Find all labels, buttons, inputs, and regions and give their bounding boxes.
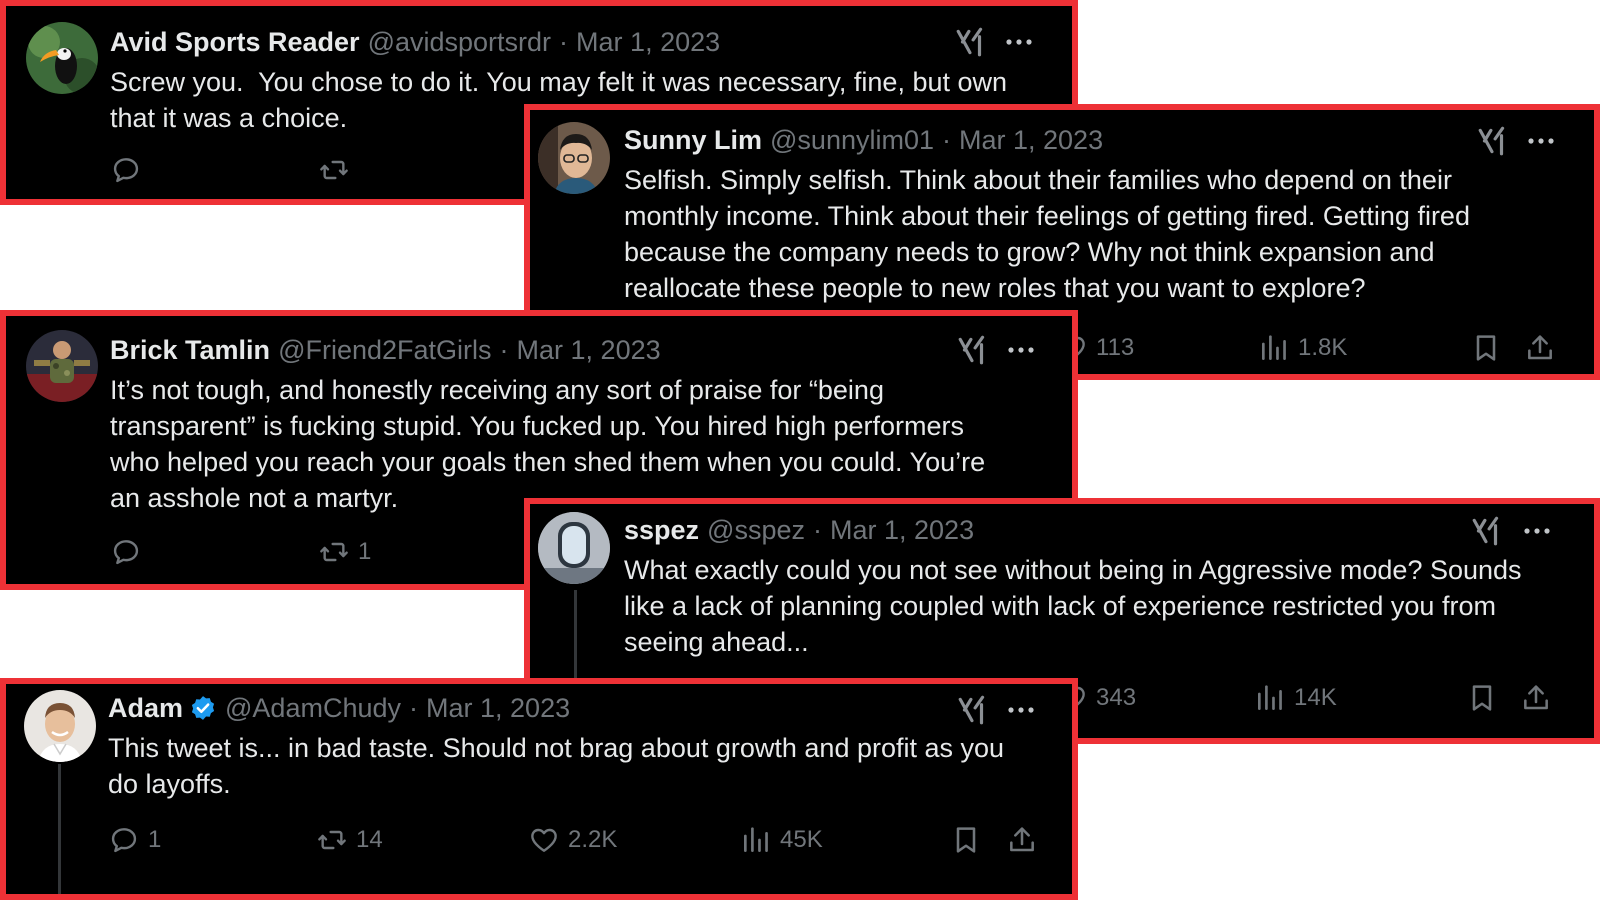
author-name[interactable]: Avid Sports Reader <box>110 26 360 58</box>
tweet-header: Sunny Lim @sunnylim01 · Mar 1, 2023 <box>624 124 1103 156</box>
views-count: 14K <box>1294 684 1337 711</box>
grok-icon[interactable] <box>956 333 990 367</box>
share-icon[interactable] <box>1524 332 1556 364</box>
author-name[interactable]: Brick Tamlin <box>110 334 270 366</box>
author-handle[interactable]: @sunnylim01 <box>770 124 934 156</box>
author-handle[interactable]: @AdamChudy <box>225 692 401 724</box>
author-name[interactable]: sspez <box>624 514 699 546</box>
views-icon <box>1254 682 1286 714</box>
views-icon <box>1258 332 1290 364</box>
views-count: 45K <box>780 826 823 853</box>
separator-dot: · <box>942 125 951 155</box>
retweet-icon <box>318 154 350 186</box>
retweet-button[interactable]: 14 <box>316 824 383 856</box>
more-icon[interactable] <box>1006 333 1036 367</box>
tweet-card-adamchudy[interactable]: Adam @AdamChudy · Mar 1, 2023 This tweet… <box>0 678 1078 900</box>
like-count: 343 <box>1096 684 1137 711</box>
avatar-airplane-window-photo[interactable] <box>538 512 610 584</box>
grok-icon[interactable] <box>1476 124 1510 158</box>
tweet-text: It’s not tough, and honestly receiving a… <box>110 375 986 513</box>
bookmark-icon[interactable] <box>1466 682 1498 714</box>
separator-dot: · <box>813 515 822 545</box>
retweet-count: 14 <box>356 826 383 853</box>
avatar-man-with-glasses-photo[interactable] <box>538 122 610 194</box>
tweet-header: sspez @sspez · Mar 1, 2023 <box>624 514 974 546</box>
views-icon <box>740 824 772 856</box>
reply-icon <box>110 154 142 186</box>
retweet-button[interactable] <box>318 154 358 186</box>
reply-button[interactable] <box>110 154 150 186</box>
like-count: 113 <box>1096 334 1135 361</box>
tweet-date[interactable]: Mar 1, 2023 <box>576 26 720 58</box>
share-icon[interactable] <box>1520 682 1552 714</box>
reply-icon <box>110 536 142 568</box>
more-icon[interactable] <box>1004 25 1034 59</box>
grok-icon[interactable] <box>956 693 990 727</box>
reply-button[interactable]: 1 <box>108 824 161 856</box>
views-button[interactable]: 1.8K <box>1258 332 1347 364</box>
tweet-header: Adam @AdamChudy · Mar 1, 2023 <box>108 692 570 724</box>
avatar-toucan-photo[interactable] <box>26 22 98 94</box>
bookmark-icon[interactable] <box>1470 332 1502 364</box>
tweet-date[interactable]: Mar 1, 2023 <box>830 514 974 546</box>
separator-dot: · <box>499 335 509 365</box>
more-icon[interactable] <box>1522 514 1552 548</box>
reply-button[interactable] <box>110 536 150 568</box>
reply-count: 1 <box>148 826 162 853</box>
tweet-text: What exactly could you not see without b… <box>624 555 1522 657</box>
views-button[interactable]: 14K <box>1254 682 1337 714</box>
retweet-button[interactable]: 1 <box>318 536 371 568</box>
tweet-text: This tweet is... in bad taste. Should no… <box>108 733 1005 799</box>
retweet-icon <box>316 824 348 856</box>
views-button[interactable]: 45K <box>740 824 823 856</box>
author-handle[interactable]: @Friend2FatGirls <box>278 334 491 366</box>
retweet-count: 1 <box>358 538 372 565</box>
author-handle[interactable]: @avidsportsrdr <box>368 26 551 58</box>
avatar-person-camo-photo[interactable] <box>26 330 98 402</box>
tweet-text: Selfish. Simply selfish. Think about the… <box>624 165 1470 303</box>
tweet-header: Brick Tamlin @Friend2FatGirls · Mar 1, 2… <box>110 334 661 366</box>
tweet-date[interactable]: Mar 1, 2023 <box>959 124 1103 156</box>
tweet-header: Avid Sports Reader @avidsportsrdr · Mar … <box>110 26 720 58</box>
tweet-date[interactable]: Mar 1, 2023 <box>426 692 570 724</box>
author-name[interactable]: Adam <box>108 692 183 724</box>
more-icon[interactable] <box>1006 693 1036 727</box>
more-icon[interactable] <box>1526 124 1556 158</box>
tweet-date[interactable]: Mar 1, 2023 <box>517 334 661 366</box>
separator-dot: · <box>559 27 569 57</box>
avatar-smiling-man-photo[interactable] <box>24 690 96 762</box>
grok-icon[interactable] <box>954 25 988 59</box>
views-count: 1.8K <box>1298 334 1348 361</box>
retweet-icon <box>318 536 350 568</box>
reply-icon <box>108 824 140 856</box>
like-button[interactable]: 2.2K <box>528 824 617 856</box>
share-icon[interactable] <box>1006 824 1038 856</box>
thread-line <box>58 764 61 894</box>
bookmark-icon[interactable] <box>950 824 982 856</box>
author-handle[interactable]: @sspez <box>707 514 805 546</box>
verified-badge-icon <box>189 694 217 722</box>
separator-dot: · <box>409 693 419 723</box>
author-name[interactable]: Sunny Lim <box>624 124 762 156</box>
heart-icon <box>528 824 560 856</box>
like-count: 2.2K <box>568 826 618 853</box>
grok-icon[interactable] <box>1470 514 1504 548</box>
